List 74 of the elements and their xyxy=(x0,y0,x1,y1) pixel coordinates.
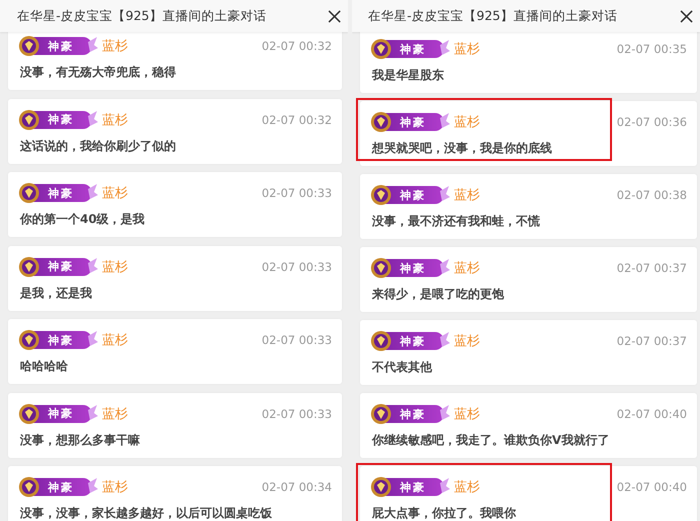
badge-label: 神豪 xyxy=(400,260,426,276)
message-time: 02-07 00:33 xyxy=(262,333,332,347)
badge-label: 神豪 xyxy=(48,406,74,421)
badge-label: 神豪 xyxy=(48,38,74,54)
user-name[interactable]: 蓝杉 xyxy=(454,186,480,204)
emblem-icon xyxy=(370,111,392,133)
user-name[interactable]: 蓝杉 xyxy=(102,404,128,422)
emblem-icon xyxy=(18,35,40,57)
user-name[interactable]: 蓝杉 xyxy=(454,478,480,496)
user-name[interactable]: 蓝杉 xyxy=(102,258,128,276)
message-text: 没事，最不济还有我和蛙，不慌 xyxy=(372,214,541,228)
emblem-icon xyxy=(18,182,40,204)
close-icon[interactable] xyxy=(680,10,693,22)
message-text: 没事，没事，家长越多越好，以后可以圆桌吃饭 xyxy=(20,506,273,520)
badge-label: 神豪 xyxy=(400,42,426,56)
message-time: 02-07 00:33 xyxy=(262,186,332,200)
message-text: 不代表其他 xyxy=(372,360,433,374)
user-name[interactable]: 蓝杉 xyxy=(102,331,128,349)
user-name[interactable]: 蓝杉 xyxy=(102,110,128,128)
message-text: 这话说的，我给你刷少了似的 xyxy=(20,138,177,152)
message-text: 想哭就哭吧，没事，我是你的底线 xyxy=(372,141,553,155)
emblem-icon xyxy=(18,329,40,351)
message-text: 是我，还是我 xyxy=(20,286,93,300)
emblem-icon xyxy=(18,256,40,278)
message-time: 02-07 00:37 xyxy=(616,261,687,275)
emblem-icon xyxy=(370,257,392,279)
message-time: 02-07 00:37 xyxy=(616,334,687,348)
emblem-icon xyxy=(370,184,392,206)
badge-label: 神豪 xyxy=(400,480,426,494)
message-text: 屁大点事，你拉了。我喂你 xyxy=(372,506,517,520)
badge-label: 神豪 xyxy=(48,186,74,200)
message-text: 哈哈哈哈 xyxy=(20,359,69,373)
badge-label: 神豪 xyxy=(400,406,426,422)
user-name[interactable]: 蓝杉 xyxy=(454,332,480,350)
user-name[interactable]: 蓝杉 xyxy=(454,259,480,277)
emblem-icon xyxy=(370,330,392,352)
message-text: 你继续敏感吧，我走了。谁欺负你V我就行了 xyxy=(372,433,610,447)
user-name[interactable]: 蓝杉 xyxy=(102,478,128,496)
badge-label: 神豪 xyxy=(400,188,426,202)
user-name[interactable]: 蓝杉 xyxy=(454,405,480,423)
message-time: 02-07 00:34 xyxy=(262,480,332,494)
message-time: 02-07 00:33 xyxy=(262,260,332,274)
badge-label: 神豪 xyxy=(48,480,74,494)
badge-label: 神豪 xyxy=(48,259,74,274)
badge-label: 神豪 xyxy=(400,334,426,348)
user-name[interactable]: 蓝杉 xyxy=(102,37,128,55)
emblem-icon xyxy=(18,476,40,498)
badge-label: 神豪 xyxy=(48,112,74,127)
message-text: 来得少，是喂了吃的更饱 xyxy=(372,287,505,301)
emblem-icon xyxy=(370,403,392,425)
message-time: 02-07 00:40 xyxy=(616,480,687,494)
panel-title: 在华星-皮皮宝宝【925】直播间的土豪对话 xyxy=(368,8,618,24)
emblem-icon xyxy=(18,402,40,424)
message-time: 02-07 00:32 xyxy=(262,112,332,126)
message-time: 02-07 00:40 xyxy=(616,407,687,421)
message-time: 02-07 00:32 xyxy=(262,39,332,53)
emblem-icon xyxy=(370,476,392,498)
message-text: 我是华星股东 xyxy=(372,68,445,82)
emblem-icon xyxy=(18,108,40,130)
emblem-icon xyxy=(370,38,392,60)
message-time: 02-07 00:38 xyxy=(616,188,687,202)
message-text: 没事，有无殇大帝兜底，稳得 xyxy=(20,65,177,79)
message-time: 02-07 00:36 xyxy=(616,115,687,129)
panel-title: 在华星-皮皮宝宝【925】直播间的土豪对话 xyxy=(17,8,266,24)
close-icon[interactable] xyxy=(328,10,341,22)
message-text: 没事，想那么多事干嘛 xyxy=(20,432,141,446)
message-text: 你的第一个40级，是我 xyxy=(20,212,146,226)
user-name[interactable]: 蓝杉 xyxy=(454,113,480,131)
message-time: 02-07 00:35 xyxy=(616,42,687,56)
user-name[interactable]: 蓝杉 xyxy=(454,40,480,58)
message-time: 02-07 00:33 xyxy=(262,406,332,420)
user-name[interactable]: 蓝杉 xyxy=(102,184,128,202)
badge-label: 神豪 xyxy=(400,114,426,130)
badge-label: 神豪 xyxy=(48,332,74,348)
